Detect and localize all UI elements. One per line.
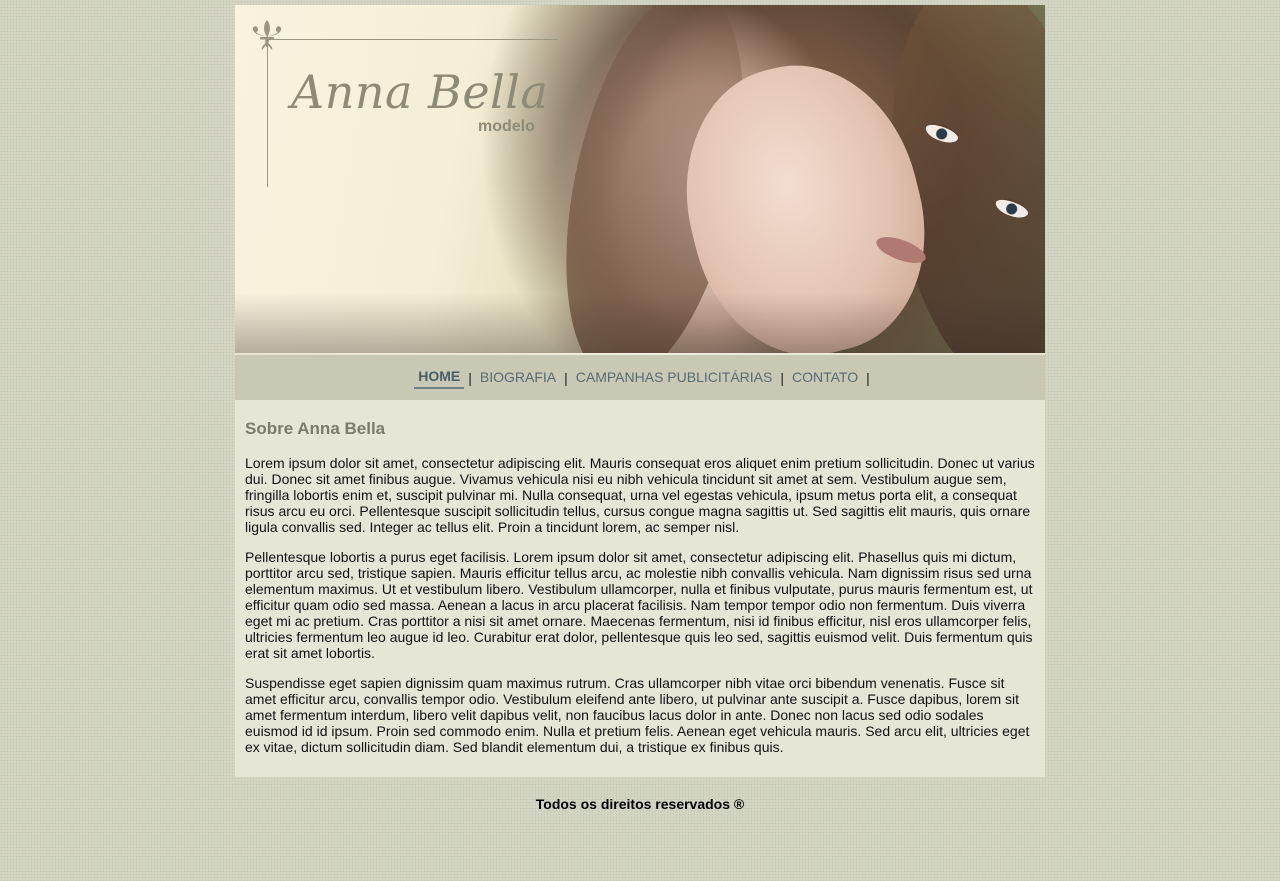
nav-item-home[interactable]: HOME <box>414 366 465 389</box>
footer-copyright: Todos os direitos reservados ® <box>535 796 745 812</box>
main-content: Sobre Anna Bella Lorem ipsum dolor sit a… <box>235 400 1045 777</box>
brand-logo[interactable]: Anna Bella modelo <box>235 5 575 205</box>
nav-item-contato[interactable]: CONTATO <box>788 367 862 388</box>
page-title: Sobre Anna Bella <box>245 419 386 438</box>
logo-rule-vertical <box>267 35 268 187</box>
nav-item-biografia[interactable]: BIOGRAFIA <box>476 367 560 388</box>
brand-name: Anna Bella <box>291 65 549 119</box>
content-paragraph: Suspendisse eget sapien dignissim quam m… <box>245 675 1030 755</box>
brand-subtitle: modelo <box>478 118 535 135</box>
content-paragraph: Pellentesque lobortis a purus eget facil… <box>245 549 1033 661</box>
logo-rule-horizontal <box>265 39 558 40</box>
nav-separator: | <box>564 369 568 386</box>
main-navigation: HOME | BIOGRAFIA | CAMPANHAS PUBLICITÁRI… <box>235 355 1045 400</box>
nav-item-campanhas-publicitarias[interactable]: CAMPANHAS PUBLICITÁRIAS <box>572 367 777 388</box>
nav-separator: | <box>468 369 472 386</box>
banner-shade <box>235 293 1045 353</box>
nav-separator: | <box>866 369 870 386</box>
header-banner: Anna Bella modelo <box>235 5 1045 353</box>
nav-separator: | <box>780 369 784 386</box>
content-paragraph: Lorem ipsum dolor sit amet, consectetur … <box>245 455 1035 535</box>
fleur-de-lis-icon <box>252 20 282 50</box>
page-container: Anna Bella modelo HOME | BIOGRAFIA | CAM… <box>235 5 1045 812</box>
